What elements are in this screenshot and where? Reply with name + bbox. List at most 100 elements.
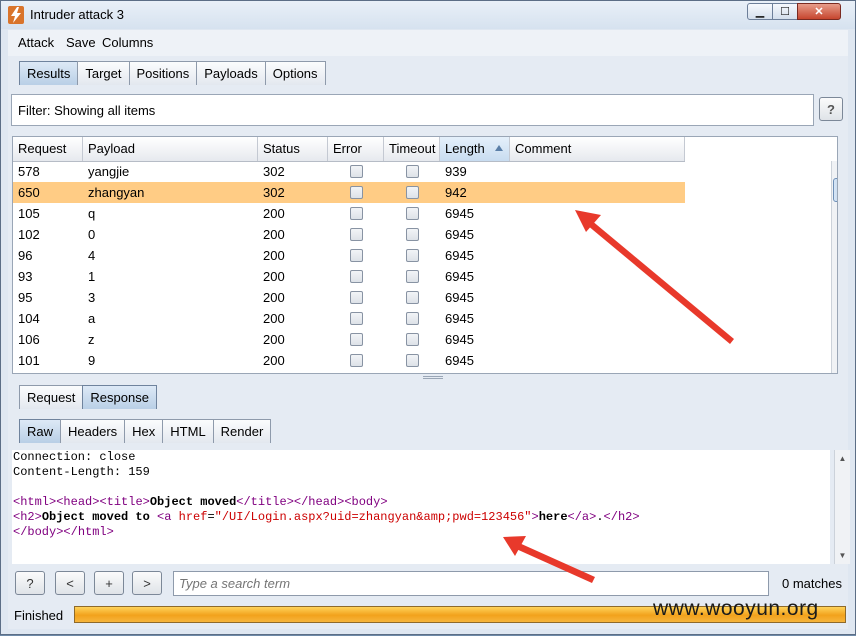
tab-payloads[interactable]: Payloads: [196, 61, 266, 85]
cell-error: [328, 203, 384, 224]
search-input[interactable]: [173, 571, 769, 596]
cell-payload: 3: [88, 290, 96, 305]
timeout-checkbox[interactable]: [405, 354, 419, 367]
column-status[interactable]: Status: [258, 137, 328, 161]
cell-request: 96: [18, 248, 33, 263]
error-checkbox[interactable]: [349, 354, 363, 367]
response-scrollbar[interactable]: ▲ ▼: [834, 450, 850, 564]
intruder-window: Intruder attack 3 ▁ ☐ ✕ Attack Save Colu…: [0, 0, 856, 635]
response-scroll-down-icon[interactable]: ▼: [835, 547, 850, 563]
column-length[interactable]: Length: [440, 137, 510, 161]
cell-payload: q: [88, 206, 96, 221]
filter-bar[interactable]: Filter: Showing all items: [11, 94, 814, 126]
timeout-checkbox[interactable]: [405, 291, 419, 304]
response-raw-editor[interactable]: Connection: close Content-Length: 159 <ht…: [12, 450, 830, 564]
table-row[interactable]: 93 1 200 6945: [13, 266, 685, 287]
timeout-checkbox[interactable]: [405, 333, 419, 346]
tab-request[interactable]: Request: [19, 385, 84, 409]
cell-timeout: [384, 329, 440, 350]
cell-comment: [510, 287, 685, 308]
cell-comment: [510, 161, 685, 182]
timeout-checkbox[interactable]: [405, 165, 419, 178]
tab-options[interactable]: Options: [264, 61, 326, 85]
table-row[interactable]: 96 4 200 6945: [13, 245, 685, 266]
cell-timeout: [384, 350, 440, 371]
cell-error: [328, 308, 384, 329]
timeout-checkbox[interactable]: [405, 186, 419, 199]
error-checkbox[interactable]: [349, 249, 363, 262]
cell-timeout: [384, 161, 440, 182]
table-row[interactable]: 102 0 200 6945: [13, 224, 685, 245]
tab-results[interactable]: Results: [19, 61, 79, 85]
table-row[interactable]: 106 z 200 6945: [13, 329, 685, 350]
close-button[interactable]: ✕: [797, 3, 841, 20]
column-request[interactable]: Request: [13, 137, 83, 161]
table-row[interactable]: 101 9 200 6945: [13, 350, 685, 371]
error-checkbox[interactable]: [349, 333, 363, 346]
tab-headers[interactable]: Headers: [60, 419, 126, 443]
error-checkbox[interactable]: [349, 228, 363, 241]
error-checkbox[interactable]: [349, 165, 363, 178]
title-bar[interactable]: Intruder attack 3 ▁ ☐ ✕: [1, 1, 855, 29]
tab-render[interactable]: Render: [212, 419, 272, 443]
close-icon: ✕: [814, 6, 824, 18]
cell-timeout: [384, 287, 440, 308]
error-checkbox[interactable]: [349, 270, 363, 283]
table-row[interactable]: 650 zhangyan 302 942: [13, 182, 685, 203]
search-add-button[interactable]: +: [94, 571, 124, 595]
menu-bar: Attack Save Columns: [8, 30, 848, 56]
pane-splitter-handle[interactable]: [423, 376, 443, 379]
tab-response[interactable]: Response: [82, 385, 157, 409]
maximize-icon: ☐: [780, 6, 790, 18]
response-line-content-length: Content-Length: 159: [13, 465, 150, 479]
timeout-checkbox[interactable]: [405, 207, 419, 220]
timeout-checkbox[interactable]: [405, 312, 419, 325]
response-scroll-up-icon[interactable]: ▲: [835, 450, 850, 466]
menu-save[interactable]: Save: [66, 35, 96, 50]
maximize-button[interactable]: ☐: [772, 3, 798, 20]
detail-tabs: Request Response: [19, 385, 157, 409]
cell-length: 6945: [445, 248, 474, 263]
scroll-up-icon[interactable]: ▲: [832, 161, 837, 177]
timeout-checkbox[interactable]: [405, 270, 419, 283]
error-checkbox[interactable]: [349, 312, 363, 325]
table-row[interactable]: 95 3 200 6945: [13, 287, 685, 308]
error-checkbox[interactable]: [349, 186, 363, 199]
error-checkbox[interactable]: [349, 291, 363, 304]
tab-target[interactable]: Target: [77, 61, 130, 85]
tab-hex[interactable]: Hex: [124, 419, 164, 443]
table-row[interactable]: 578 yangjie 302 939: [13, 161, 685, 182]
menu-columns[interactable]: Columns: [102, 35, 153, 50]
cell-length: 6945: [445, 290, 474, 305]
column-comment[interactable]: Comment: [510, 137, 685, 161]
tab-positions[interactable]: Positions: [128, 61, 198, 85]
minimize-button[interactable]: ▁: [747, 3, 773, 20]
cell-length: 6945: [445, 353, 474, 368]
column-timeout[interactable]: Timeout: [384, 137, 440, 161]
menu-attack[interactable]: Attack: [18, 35, 54, 50]
timeout-checkbox[interactable]: [405, 249, 419, 262]
cell-timeout: [384, 308, 440, 329]
table-scrollbar[interactable]: ▲ ▼: [831, 161, 837, 373]
column-error[interactable]: Error: [328, 137, 384, 161]
error-checkbox[interactable]: [349, 207, 363, 220]
table-row[interactable]: 104 a 200 6945: [13, 308, 685, 329]
column-payload[interactable]: Payload: [83, 137, 258, 161]
watermark: www.wooyun.org: [653, 597, 819, 620]
client-area: Attack Save Columns Results Target Posit…: [8, 30, 850, 629]
cell-payload: a: [88, 311, 96, 326]
tab-raw[interactable]: Raw: [19, 419, 62, 443]
search-help-button[interactable]: ?: [15, 571, 45, 595]
cell-payload: 0: [88, 227, 96, 242]
table-row[interactable]: 105 q 200 6945: [13, 203, 685, 224]
cell-payload: 1: [88, 269, 96, 284]
table-header: Request Payload Status Error Timeout Len…: [13, 137, 685, 162]
tab-html[interactable]: HTML: [162, 419, 214, 443]
scroll-thumb[interactable]: [833, 178, 837, 202]
cell-request: 578: [18, 164, 40, 179]
filter-help-button[interactable]: ?: [819, 97, 843, 121]
timeout-checkbox[interactable]: [405, 228, 419, 241]
search-next-button[interactable]: >: [132, 571, 162, 595]
search-prev-button[interactable]: <: [55, 571, 85, 595]
scroll-down-icon[interactable]: ▼: [832, 357, 837, 373]
